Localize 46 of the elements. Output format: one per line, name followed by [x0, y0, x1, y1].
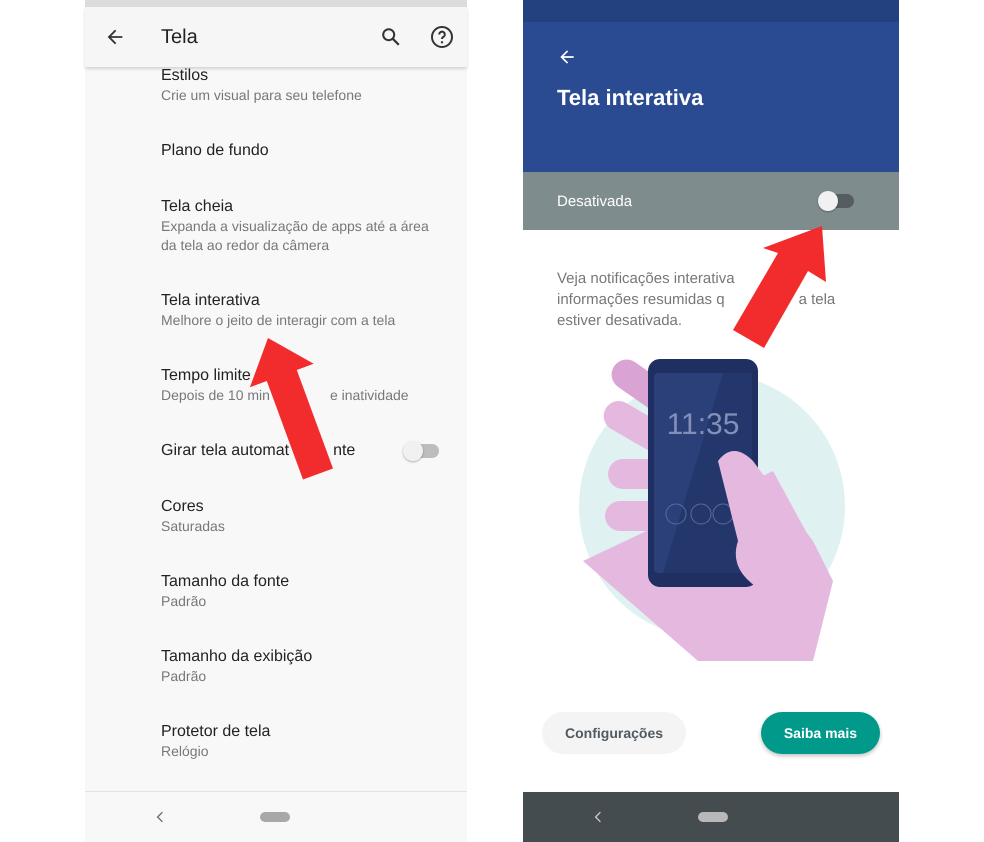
settings-item[interactable]: Girar tela automat nte [85, 423, 467, 479]
settings-item[interactable]: Plano de fundo [85, 123, 467, 179]
item-title: Girar tela automat [161, 441, 290, 461]
item-title: Tamanho da fonte [161, 572, 290, 592]
back-icon[interactable] [156, 811, 164, 823]
item-title: nte [333, 441, 356, 461]
learn-more-button[interactable]: Saiba mais [760, 712, 880, 754]
screen-title: Tela [161, 26, 198, 48]
screen-title: Tela interativa [557, 85, 704, 111]
settings-item[interactable]: Protetor de tela Relógio [85, 704, 467, 779]
item-subtitle: Depois de 10 min [161, 386, 270, 405]
help-icon[interactable] [430, 25, 454, 49]
description-text: estiver desativada. [557, 311, 682, 331]
settings-item[interactable]: Estilos Crie um visual para seu telefone [85, 67, 467, 123]
item-subtitle: Crie um visual para seu telefone [161, 86, 362, 105]
item-title: Tela interativa [161, 291, 260, 311]
settings-item[interactable]: Tamanho da fonte Padrão [85, 554, 467, 629]
item-subtitle: Saturadas [161, 517, 225, 536]
clock-text: 11:35 [666, 408, 740, 441]
item-subtitle: Melhore o jeito de interagir com a tela [161, 311, 396, 330]
description-text: Veja notificações interativa [557, 269, 735, 289]
settings-button[interactable]: Configurações [542, 712, 686, 754]
home-button[interactable] [698, 812, 728, 822]
item-title: Cores [161, 497, 204, 517]
settings-item[interactable]: Tamanho da exibição Padrão [85, 629, 467, 704]
settings-item[interactable]: Tela interativa Melhore o jeito de interagir com a tela [85, 273, 467, 348]
item-subtitle: Padrão [161, 592, 206, 611]
description-text: informações resumidas q [557, 290, 725, 310]
item-subtitle: Expanda a visualização de apps até a área da tela ao redor da câmera [161, 217, 430, 255]
item-title: Plano de fundo [161, 141, 269, 161]
toggle-switch[interactable] [405, 444, 439, 458]
toggle-switch[interactable] [820, 194, 854, 208]
switch-label: Desativada [557, 192, 632, 210]
item-subtitle: e inatividade [330, 386, 409, 405]
settings-item[interactable]: Tela cheia Expanda a visualização de apps até a área da tela ao redor da câmera [85, 179, 467, 273]
item-subtitle: Padrão [161, 667, 206, 686]
item-title: Protetor de tela [161, 722, 270, 742]
description-text: a tela [798, 290, 836, 310]
item-subtitle: Relógio [161, 742, 208, 761]
item-title: Estilos [161, 67, 208, 86]
settings-item[interactable]: Cores Saturadas [85, 479, 467, 554]
item-title: Tamanho da exibição [161, 647, 312, 667]
item-title: Tela cheia [161, 197, 234, 217]
settings-item[interactable]: Tempo limite Depois de 10 min e inatividade [85, 348, 467, 423]
item-title: Tempo limite [161, 366, 251, 386]
search-icon[interactable] [380, 26, 402, 48]
